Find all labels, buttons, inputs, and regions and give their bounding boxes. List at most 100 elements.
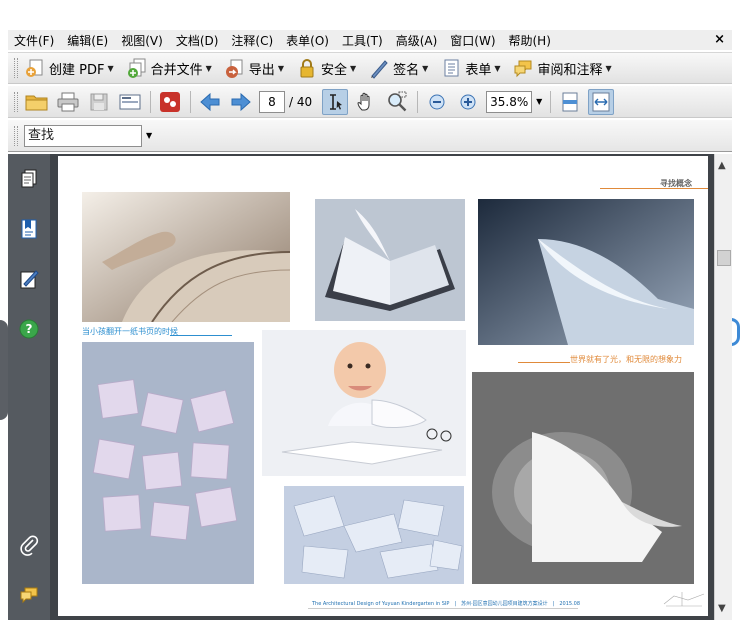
forms-label: 表单 [465,62,492,78]
lock-icon [300,59,314,78]
find-dropdown-chevron-icon[interactable]: ▼ [146,131,152,140]
caption-blue-underline [170,335,232,336]
photo-open-book [315,199,465,321]
top-margin [0,0,740,30]
standard-toolbar: 8 / 40 35.8% ▼ [8,86,732,118]
toolbar-grip[interactable] [14,58,18,78]
heading-underline [600,188,708,189]
caption-orange: 世界就有了光，和无限的想象力 [570,355,682,364]
document-viewport[interactable]: 寻找概念 当小孩翻开一纸书页的时候 世界就有了光，和无限的想象力 The Arc… [50,154,714,620]
bookmarks-icon[interactable] [19,218,39,240]
print-button[interactable] [55,89,81,115]
email-button[interactable] [117,89,143,115]
chevron-down-icon: ▼ [205,63,212,73]
chevron-down-icon: ▼ [107,63,114,73]
fit-width-icon [592,92,610,111]
scrollbar-thumb[interactable] [717,250,731,266]
menu-tools[interactable]: 工具(T) [342,32,383,49]
menu-window[interactable]: 窗口(W) [450,32,495,49]
fit-page-button[interactable] [557,89,583,115]
chevron-down-icon: ▼ [422,63,429,73]
review-comment-button[interactable]: 审阅和注释 ▼ [512,57,612,79]
menu-forms[interactable]: 表单(O) [286,32,329,49]
forms-button[interactable]: 表单 ▼ [440,57,500,79]
menu-file[interactable]: 文件(F) [14,32,54,49]
sign-button[interactable]: 签名 ▼ [368,57,428,79]
find-input[interactable]: 查找 [24,124,142,147]
find-toolbar: 查找 ▼ [8,120,732,152]
previous-page-button[interactable] [197,89,223,115]
menu-edit[interactable]: 编辑(E) [67,32,108,49]
toolbar-separator [550,90,552,113]
collaborate-button[interactable] [157,89,183,115]
page-number-input[interactable]: 8 [259,90,285,113]
navigation-panel: ? [8,154,50,620]
pages-icon[interactable] [19,168,39,190]
photo-paper-curl [478,199,694,345]
bottom-margin [0,620,740,630]
background-shape-right [731,318,740,346]
chevron-down-icon: ▼ [494,63,501,73]
zoom-in-icon [460,94,476,109]
zoom-dropdown-chevron-icon[interactable]: ▼ [536,97,542,106]
chevron-down-icon: ▼ [277,63,284,73]
sign-label: 签名 [393,62,420,78]
vertical-scrollbar[interactable]: ▲ ▼ [714,154,732,620]
hand-icon [357,92,370,110]
magnifier-icon [388,91,407,111]
export-icon [225,59,243,78]
hand-tool-button[interactable] [353,89,379,115]
email-icon [119,94,141,109]
create-pdf-button[interactable]: 创建 PDF ▼ [24,57,114,79]
create-pdf-label: 创建 PDF [49,62,105,78]
zoom-in-button[interactable] [455,89,481,115]
comments-icon[interactable] [19,584,39,606]
signatures-icon[interactable] [19,268,39,290]
menu-view[interactable]: 视图(V) [121,32,163,49]
toolbar-grip[interactable] [14,91,18,112]
review-comment-label: 审阅和注释 [537,62,603,78]
svg-text:?: ? [26,322,33,336]
export-button[interactable]: 导出 ▼ [224,57,284,79]
select-tool-button[interactable] [322,88,349,115]
task-toolbar: 创建 PDF ▼ 合并文件 ▼ 导出 ▼ 安全 ▼ 签名 ▼ 表单 ▼ 审阅和注释 ▼ [8,52,732,84]
combine-files-button[interactable]: 合并文件 ▼ [126,57,212,79]
combine-files-label: 合并文件 [150,62,203,78]
fit-width-button[interactable] [588,88,615,115]
open-button[interactable] [24,89,50,115]
security-button[interactable]: 安全 ▼ [296,57,356,79]
save-button[interactable] [86,89,112,115]
security-label: 安全 [320,62,347,78]
zoom-out-button[interactable] [424,89,450,115]
toolbar-separator [417,90,419,113]
marquee-zoom-button[interactable] [384,89,410,115]
menu-help[interactable]: 帮助(H) [509,32,551,49]
form-icon [444,59,459,77]
printer-icon [57,92,79,111]
scroll-down-arrow-icon[interactable]: ▼ [718,603,726,614]
scroll-up-arrow-icon[interactable]: ▲ [718,160,726,171]
menu-advanced[interactable]: 高级(A) [396,32,438,49]
fit-page-icon [562,92,578,111]
text-select-cursor-icon [330,93,343,110]
acrobat-window: 文件(F) 编辑(E) 视图(V) 文档(D) 注释(C) 表单(O) 工具(T… [0,0,740,630]
toolbar-grip[interactable] [14,125,18,146]
zoom-level-input[interactable]: 35.8% [486,90,533,113]
toolbar-separator [190,90,191,113]
paperclip-icon[interactable] [19,534,39,556]
arrow-right-icon [231,92,251,111]
footer-sketch-drawing [663,592,705,607]
comment-bubble-icon [514,60,532,78]
menu-document[interactable]: 文档(D) [176,32,219,49]
help-icon[interactable]: ? [19,318,39,340]
close-document-button[interactable]: × [714,32,725,47]
photo-hand-turning-page [82,192,290,322]
menu-bar: 文件(F) 编辑(E) 视图(V) 文档(D) 注释(C) 表单(O) 工具(T… [8,30,732,50]
combine-files-icon [127,58,146,78]
zoom-out-icon [429,94,445,109]
collaborate-icon [160,91,180,112]
menu-comments[interactable]: 注释(C) [231,32,273,49]
caption-orange-underline [518,362,570,363]
photo-scattered-paper [284,486,464,584]
next-page-button[interactable] [228,89,254,115]
